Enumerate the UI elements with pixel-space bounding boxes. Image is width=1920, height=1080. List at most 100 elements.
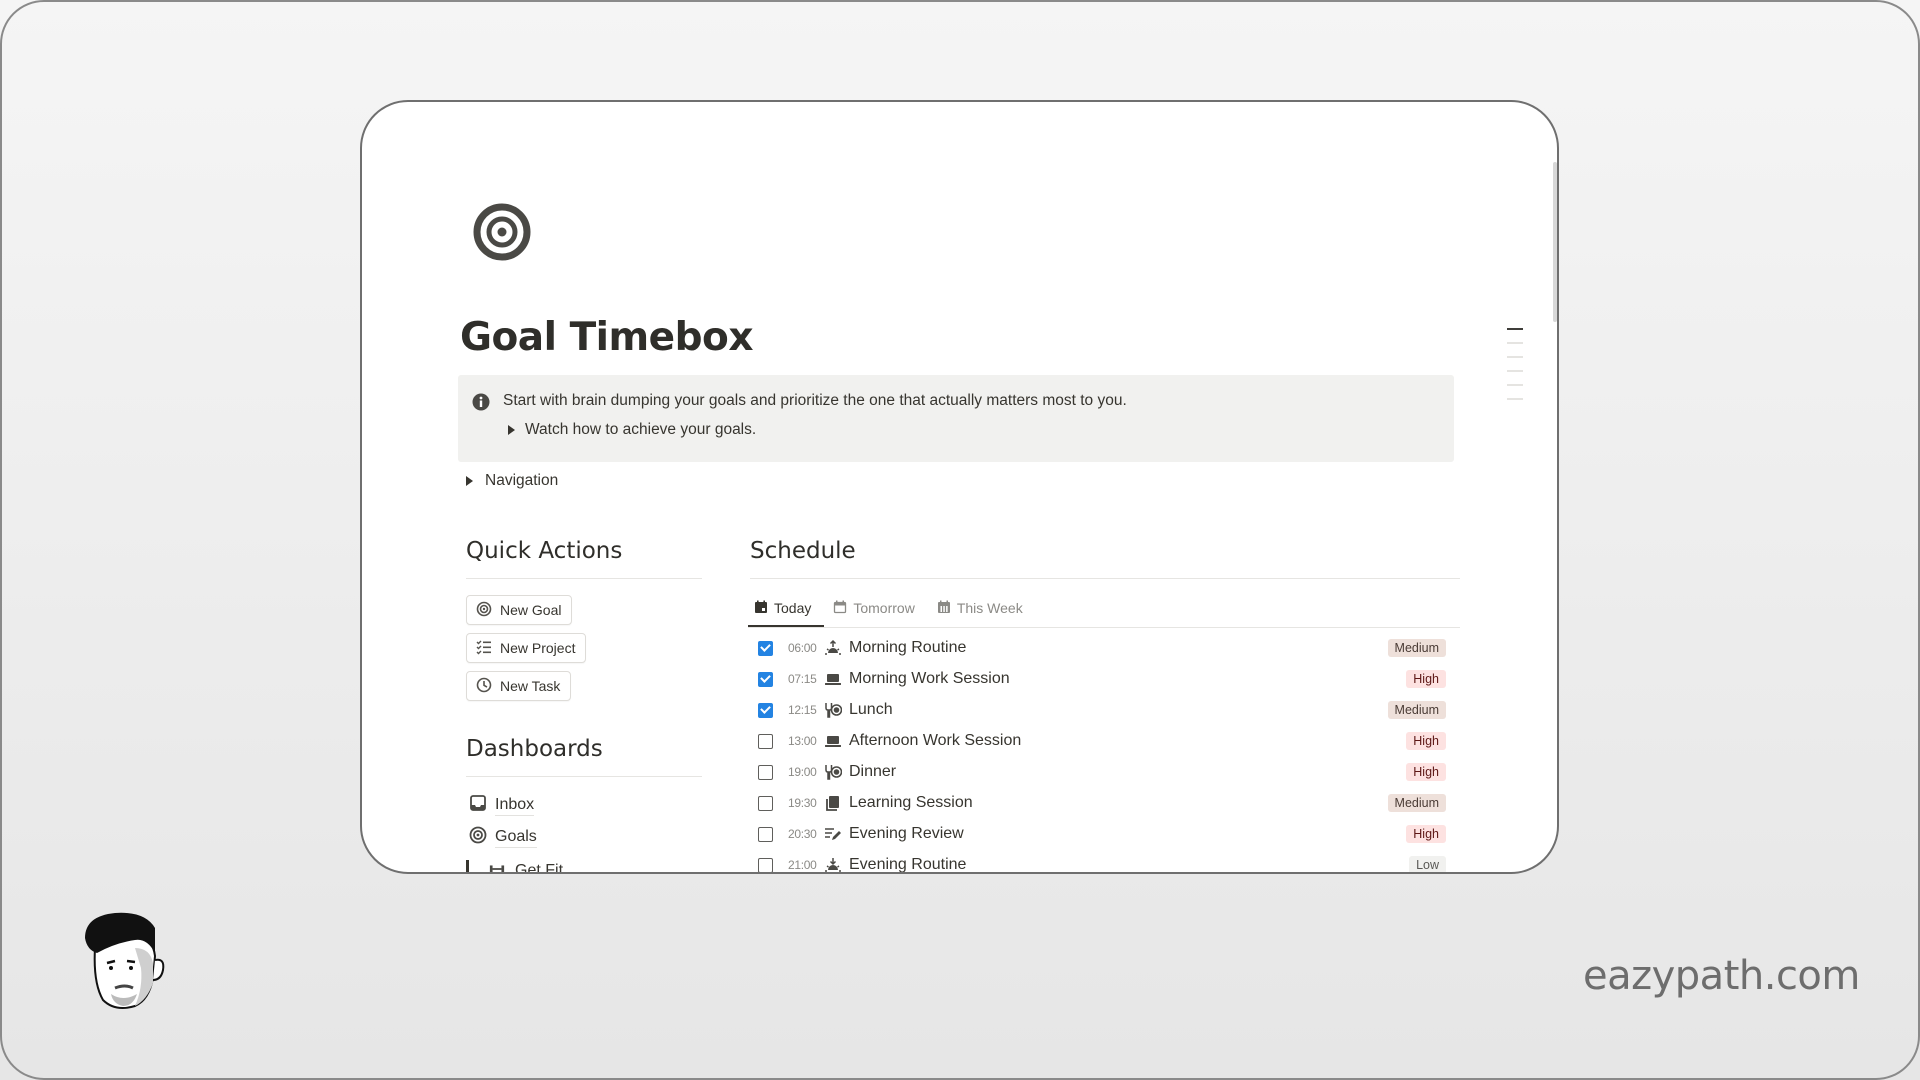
tab-today[interactable]: Today: [750, 596, 815, 620]
priority-badge: Medium: [1387, 794, 1446, 812]
meal-icon: [823, 701, 843, 719]
dashboard-link-goals[interactable]: Goals: [469, 826, 537, 849]
info-callout: Start with brain dumping your goals and …: [458, 375, 1454, 462]
toggle-triangle-icon[interactable]: [508, 425, 515, 435]
review-icon: [823, 825, 843, 843]
event-name[interactable]: Learning Session: [849, 794, 973, 812]
navigation-toggle-label[interactable]: Navigation: [485, 472, 558, 490]
toc-line[interactable]: [1507, 370, 1523, 372]
info-icon: [472, 393, 490, 411]
schedule-row[interactable]: 20:30 Evening Review High: [758, 820, 1456, 848]
event-name[interactable]: Evening Review: [849, 825, 964, 843]
schedule-heading: Schedule: [750, 538, 856, 564]
table-of-contents-minimap[interactable]: [1507, 328, 1523, 412]
schedule-row[interactable]: 06:00 Morning Routine Medium: [758, 634, 1456, 662]
schedule-row[interactable]: 07:15 Morning Work Session High: [758, 665, 1456, 693]
dashboards-heading: Dashboards: [466, 736, 603, 762]
priority-badge: High: [1406, 732, 1446, 750]
schedule-row[interactable]: 19:00 Dinner High: [758, 758, 1456, 786]
callout-text: Start with brain dumping your goals and …: [503, 392, 1127, 409]
dumbbell-icon: [489, 861, 505, 872]
watch-toggle[interactable]: Watch how to achieve your goals.: [508, 421, 756, 439]
book-icon: [823, 794, 843, 812]
divider: [466, 776, 702, 777]
done-checkbox[interactable]: [758, 640, 773, 656]
priority-badge: Medium: [1387, 639, 1446, 657]
event-name[interactable]: Dinner: [849, 763, 896, 781]
schedule-row[interactable]: 12:15 Lunch Medium: [758, 696, 1456, 724]
event-name[interactable]: Afternoon Work Session: [849, 732, 1021, 750]
tab-tomorrow[interactable]: Tomorrow: [829, 596, 918, 620]
tabs-divider: [748, 627, 1460, 628]
done-checkbox[interactable]: [758, 795, 773, 811]
toc-line[interactable]: [1507, 398, 1523, 400]
event-time: 19:00: [788, 765, 817, 779]
toc-line[interactable]: [1507, 328, 1523, 330]
toc-line[interactable]: [1507, 342, 1523, 344]
clock-icon: [476, 677, 492, 696]
new-task-button[interactable]: New Task: [466, 671, 572, 701]
toc-line[interactable]: [1507, 356, 1523, 358]
tab-this-week[interactable]: This Week: [933, 596, 1027, 620]
quick-actions-heading: Quick Actions: [466, 538, 623, 564]
target-icon: [469, 826, 487, 849]
navigation-toggle[interactable]: Navigation: [466, 472, 558, 490]
page-title[interactable]: Goal Timebox: [460, 315, 754, 360]
target-icon: [476, 601, 492, 620]
inbox-icon: [469, 794, 487, 817]
done-checkbox[interactable]: [758, 671, 773, 687]
priority-badge: High: [1406, 670, 1446, 688]
done-checkbox[interactable]: [758, 857, 773, 872]
scrollbar-thumb[interactable]: [1553, 162, 1557, 322]
divider: [750, 578, 1460, 579]
scrollbar[interactable]: [1553, 102, 1557, 872]
schedule-row[interactable]: 21:00 Evening Routine Low: [758, 851, 1456, 872]
priority-badge: Medium: [1387, 701, 1446, 719]
dashboard-link-label[interactable]: Get Fit: [515, 862, 563, 872]
target-icon[interactable]: [472, 202, 532, 262]
toggle-triangle-icon[interactable]: [466, 476, 473, 486]
done-checkbox[interactable]: [758, 826, 773, 842]
schedule-view-tabs: Today Tomorrow This Week: [750, 596, 1027, 620]
calendar-icon: [833, 600, 847, 617]
dashboard-link-label[interactable]: Inbox: [495, 795, 535, 816]
toc-line[interactable]: [1507, 384, 1523, 386]
priority-badge: Low: [1409, 856, 1446, 872]
notion-page-window: Goal Timebox Start with brain dumping yo…: [360, 100, 1559, 874]
new-goal-button[interactable]: New Goal: [466, 595, 573, 625]
event-time: 21:00: [788, 858, 817, 872]
schedule-row[interactable]: 13:00 Afternoon Work Session High: [758, 727, 1456, 755]
event-name[interactable]: Lunch: [849, 701, 893, 719]
watch-toggle-label[interactable]: Watch how to achieve your goals.: [525, 421, 756, 439]
event-time: 06:00: [788, 641, 817, 655]
dashboard-link-inbox[interactable]: Inbox: [469, 794, 535, 817]
sunrise-icon: [823, 639, 843, 657]
brand-watermark: eazypath.com: [1583, 953, 1860, 999]
done-checkbox[interactable]: [758, 764, 773, 780]
laptop-icon: [823, 670, 843, 688]
event-time: 19:30: [788, 796, 817, 810]
divider: [466, 578, 702, 579]
dashboard-link-get-fit[interactable]: Get Fit: [466, 860, 563, 872]
meal-icon: [823, 763, 843, 781]
indent-bar: [466, 860, 469, 872]
tab-label[interactable]: Today: [774, 600, 811, 616]
new-task-label: New Task: [500, 678, 561, 694]
done-checkbox[interactable]: [758, 702, 773, 718]
priority-badge: High: [1406, 763, 1446, 781]
event-name[interactable]: Morning Routine: [849, 639, 966, 657]
avatar: [75, 908, 170, 1013]
event-time: 20:30: [788, 827, 817, 841]
calendar-filled-icon: [754, 600, 768, 617]
done-checkbox[interactable]: [758, 733, 773, 749]
event-name[interactable]: Evening Routine: [849, 856, 966, 872]
new-goal-label: New Goal: [500, 602, 562, 618]
new-project-button[interactable]: New Project: [466, 633, 587, 663]
calendar-week-icon: [937, 600, 951, 617]
tab-label[interactable]: This Week: [957, 600, 1023, 616]
event-name[interactable]: Morning Work Session: [849, 670, 1010, 688]
tab-label[interactable]: Tomorrow: [853, 600, 914, 616]
schedule-row[interactable]: 19:30 Learning Session Medium: [758, 789, 1456, 817]
new-project-label: New Project: [500, 640, 576, 656]
dashboard-link-label[interactable]: Goals: [495, 827, 537, 848]
